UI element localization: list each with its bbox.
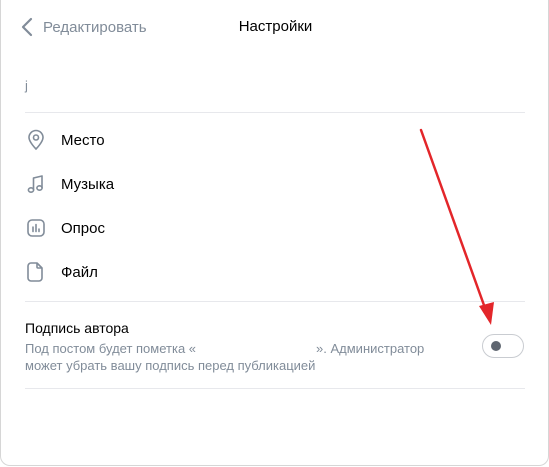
divider — [25, 388, 525, 389]
chevron-left-icon — [21, 17, 33, 37]
page-title: Настройки — [238, 18, 313, 35]
menu-item-music[interactable]: Музыка — [25, 167, 275, 201]
settings-panel: Редактировать Настройки j Место Музыка О… — [0, 0, 549, 466]
divider — [25, 112, 525, 113]
description-text-part1: Под постом будет пометка « — [25, 341, 197, 356]
redacted-name — [196, 343, 316, 353]
post-text-field[interactable]: j — [25, 74, 515, 98]
author-signature-title: Подпись автора — [25, 320, 129, 336]
back-button[interactable]: Редактировать — [21, 15, 147, 39]
divider — [25, 301, 525, 302]
location-pin-icon — [25, 129, 47, 151]
menu-item-file[interactable]: Файл — [25, 255, 275, 289]
menu-item-label: Музыка — [61, 175, 115, 193]
menu-item-label: Файл — [61, 263, 98, 281]
header: Редактировать Настройки — [1, 0, 549, 56]
poll-icon — [25, 217, 47, 239]
toggle-knob — [491, 341, 501, 351]
back-label: Редактировать — [43, 18, 147, 36]
menu-item-poll[interactable]: Опрос — [25, 211, 275, 245]
music-note-icon — [25, 173, 47, 195]
author-signature-description: Под постом будет пометка «». Администрат… — [25, 340, 465, 374]
menu-item-label: Опрос — [61, 219, 105, 237]
author-signature-toggle[interactable] — [482, 334, 524, 358]
file-icon — [25, 261, 47, 283]
menu-item-label: Место — [61, 131, 105, 149]
menu-item-place[interactable]: Место — [25, 123, 275, 157]
